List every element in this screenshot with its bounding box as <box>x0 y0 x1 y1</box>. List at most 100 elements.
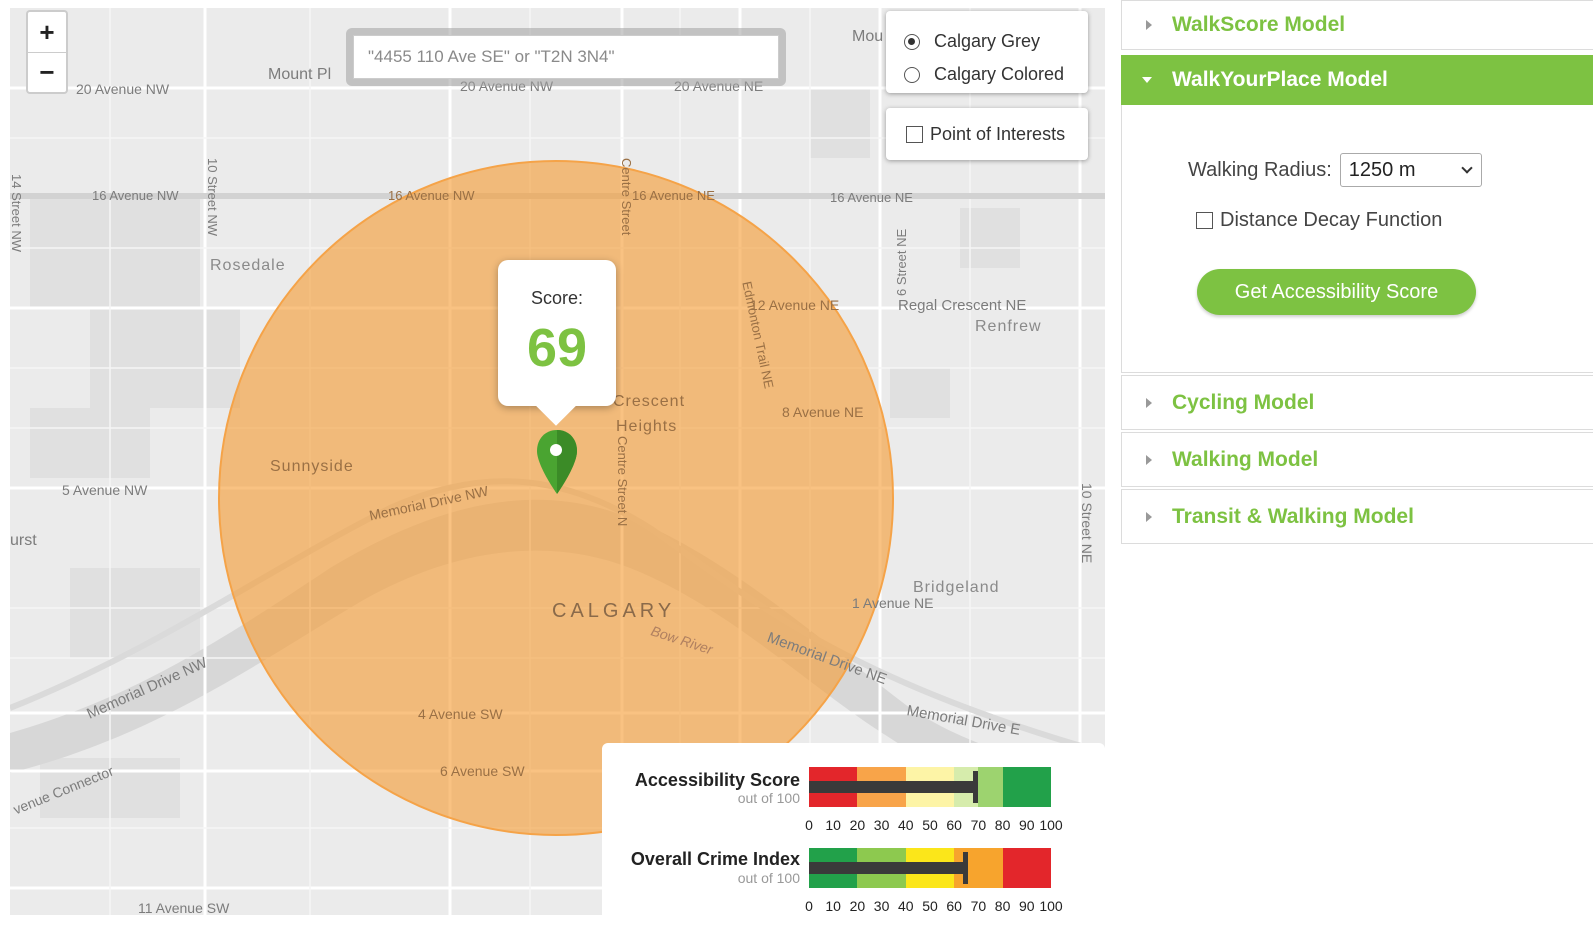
map-label: Rosedale <box>210 257 286 274</box>
gauge-tick-label: 10 <box>825 817 841 833</box>
map-label: Renfrew <box>975 318 1042 335</box>
map-label: Sunnyside <box>270 458 354 475</box>
accordion-walkscore[interactable]: WalkScore Model <box>1121 0 1593 50</box>
accordion-cycling[interactable]: Cycling Model <box>1121 375 1593 430</box>
gauge-tick-label: 80 <box>994 817 1011 833</box>
gauge-tick-label: 50 <box>922 817 938 833</box>
map-label: Mount Pl <box>268 66 332 83</box>
radio-button[interactable] <box>904 66 920 83</box>
gauge-tick-label: 40 <box>898 898 914 914</box>
distance-decay-row[interactable]: Distance Decay Function <box>1196 209 1442 232</box>
poi-toggle[interactable]: Point of Interests <box>886 108 1088 160</box>
radio-button[interactable] <box>904 33 920 50</box>
gauge-tick-label: 60 <box>946 898 962 914</box>
map-label: Mou <box>852 28 884 45</box>
map-label: 10 Street NW <box>205 158 220 237</box>
map-label: 14 Street NW <box>10 174 24 253</box>
accessibility-legend-subtitle: out of 100 <box>737 790 800 806</box>
map-label: Heights <box>616 418 678 435</box>
get-accessibility-score-button[interactable]: Get Accessibility Score <box>1197 269 1476 315</box>
map-label: 10 Street NE <box>1079 483 1095 564</box>
gauge-tick-label: 70 <box>970 817 987 833</box>
accordion-transit-walking[interactable]: Transit & Walking Model <box>1121 489 1593 544</box>
crime-legend-subtitle: out of 100 <box>737 870 800 886</box>
accessibility-gauge-ticks: 0 10 20 30 40 50 60 70 80 90 100 <box>802 817 1063 835</box>
map-label: 16 Avenue NW <box>388 188 475 203</box>
accordion-label: Cycling Model <box>1172 390 1315 414</box>
accordion-label: WalkScore Model <box>1172 13 1346 36</box>
map-label: 16 Avenue NE <box>830 190 913 205</box>
address-search-input[interactable] <box>353 35 779 79</box>
accordion-label: Walking Model <box>1172 447 1319 471</box>
location-marker-icon[interactable] <box>537 430 577 494</box>
score-popup: Score: 69 <box>498 260 616 406</box>
model-sidebar: WalkScore Model WalkYourPlace Model Walk… <box>1121 0 1593 930</box>
map[interactable]: 20 Avenue NW Mount Pl 20 Avenue NW 20 Av… <box>10 8 1105 915</box>
crime-gauge-ticks: 0 10 20 30 40 50 60 70 80 90 100 <box>802 898 1063 915</box>
map-label: Centre Street <box>619 158 634 236</box>
crime-legend-title: Overall Crime Index <box>630 849 800 869</box>
caret-down-icon <box>1142 77 1152 83</box>
walking-radius-value: 1250 m <box>1348 158 1416 181</box>
zoom-out-button[interactable]: − <box>28 52 66 92</box>
chevron-down-icon <box>1461 162 1473 174</box>
accordion-label: Transit & Walking Model <box>1172 504 1414 528</box>
caret-right-icon <box>1146 454 1152 465</box>
map-label: urst <box>10 532 37 549</box>
walking-radius-row: Walking Radius: 1250 m <box>1188 153 1482 187</box>
caret-right-icon <box>1146 397 1152 408</box>
gauge-value-marker <box>972 771 978 803</box>
map-label: Regal Crescent NE <box>898 297 1027 314</box>
caret-right-icon <box>1146 511 1152 522</box>
accessibility-gauge <box>809 767 1051 807</box>
address-search <box>346 28 786 86</box>
map-label: Centre Street N <box>615 436 630 527</box>
gauge-value-bar <box>809 781 976 793</box>
basemap-switcher: Calgary Grey Calgary Colored <box>886 11 1088 93</box>
basemap-option-label: Calgary Colored <box>934 64 1065 84</box>
gauge-value-marker <box>963 852 969 884</box>
gauge-segment <box>1002 848 1051 888</box>
accordion-label: WalkYourPlace Model <box>1172 68 1388 91</box>
basemap-option-grey[interactable]: Calgary Grey <box>904 25 1088 58</box>
map-label: CALGARY <box>552 600 676 622</box>
gauge-tick-label: 30 <box>873 898 890 914</box>
map-label: 1 Avenue NE <box>852 595 934 611</box>
poi-checkbox[interactable] <box>906 125 923 143</box>
map-label: 5 Avenue NW <box>62 482 148 498</box>
crime-gauge <box>809 848 1051 888</box>
accessibility-legend-title: Accessibility Score <box>634 770 800 790</box>
basemap-option-colored[interactable]: Calgary Colored <box>904 58 1088 91</box>
accordion-walking[interactable]: Walking Model <box>1121 432 1593 487</box>
gauge-tick-label: 90 <box>1019 817 1035 833</box>
score-popup-value: 69 <box>526 318 588 378</box>
zoom-control: + − <box>26 10 68 94</box>
distance-decay-checkbox[interactable] <box>1196 212 1213 229</box>
accordion-walkyourplace[interactable]: WalkYourPlace Model <box>1121 55 1593 105</box>
gauge-tick-label: 40 <box>898 817 914 833</box>
zoom-in-button[interactable]: + <box>28 12 66 52</box>
gauge-tick-label: 30 <box>873 817 890 833</box>
walking-radius-label: Walking Radius: <box>1188 158 1332 181</box>
poi-label: Point of Interests <box>930 123 1066 144</box>
map-label: 16 Avenue NE <box>632 188 715 203</box>
map-label: 11 Avenue SW <box>138 900 230 915</box>
gauge-tick-label: 100 <box>1039 817 1063 833</box>
gauge-tick-label: 100 <box>1039 898 1063 914</box>
caret-right-icon <box>1146 20 1152 30</box>
basemap-option-label: Calgary Grey <box>934 31 1041 51</box>
map-label: 6 Street NE <box>894 228 909 296</box>
gauge-tick-label: 60 <box>946 817 962 833</box>
score-popup-label: Score: <box>530 288 584 308</box>
map-label: 4 Avenue SW <box>418 706 503 722</box>
gauge-tick-label: 20 <box>849 817 866 833</box>
gauge-tick-label: 80 <box>994 898 1011 914</box>
gauge-value-bar <box>809 862 967 874</box>
map-label: 16 Avenue NW <box>92 188 179 203</box>
walking-radius-select[interactable]: 1250 m <box>1339 153 1482 187</box>
gauge-tick-label: 0 <box>805 817 813 833</box>
map-label: 6 Avenue SW <box>440 763 525 779</box>
map-label: 12 Avenue NE <box>750 297 840 313</box>
gauge-segment <box>1002 767 1051 807</box>
gauge-tick-label: 50 <box>922 898 938 914</box>
